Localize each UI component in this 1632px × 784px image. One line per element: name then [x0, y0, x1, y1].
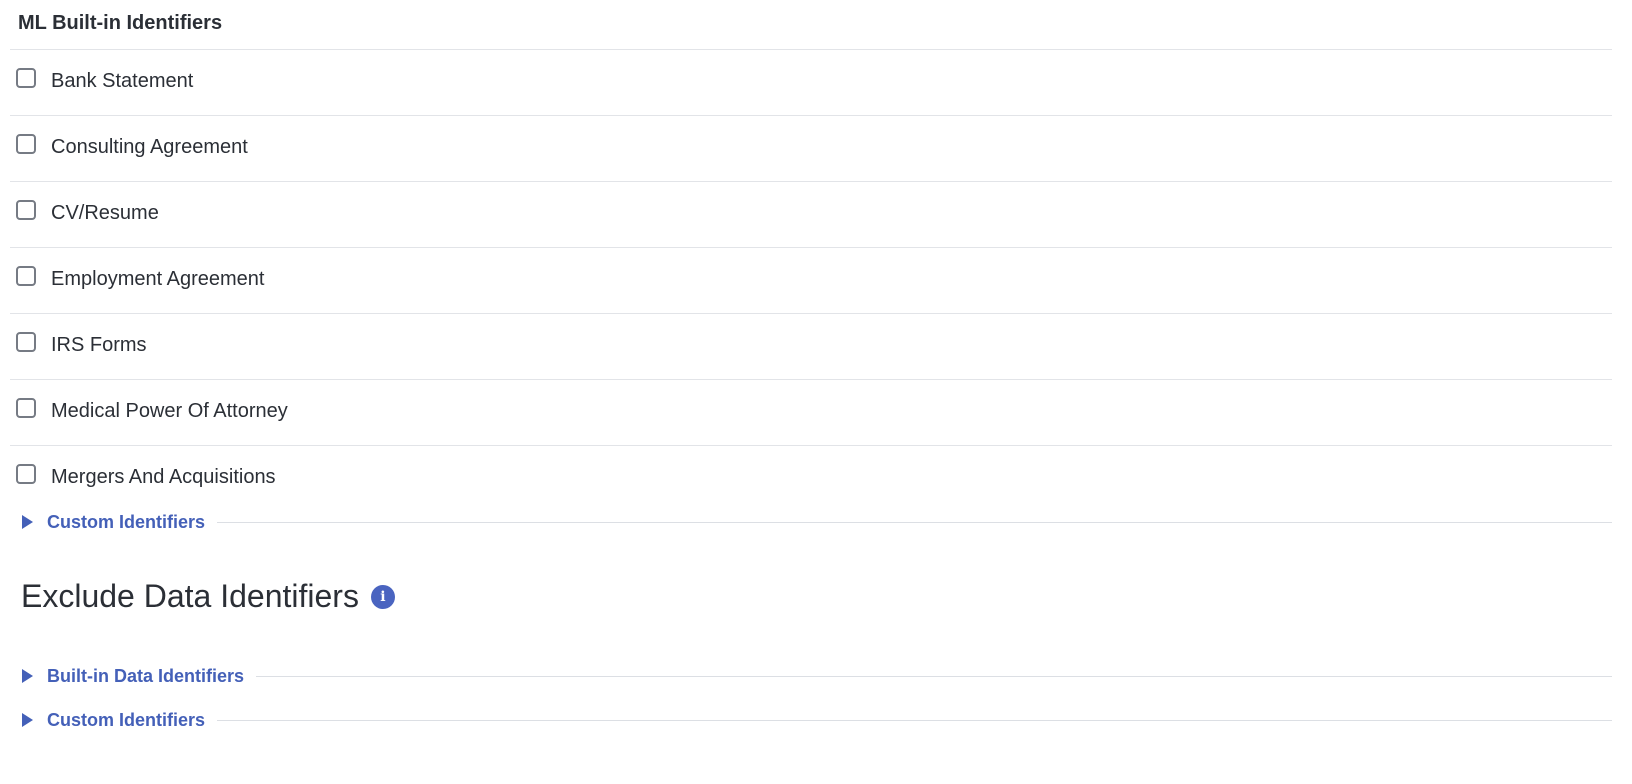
- expander-divider: [256, 675, 1612, 677]
- list-item-mergers-and-acquisitions[interactable]: Mergers And Acquisitions: [10, 446, 1612, 512]
- custom-identifiers-expander[interactable]: Custom Identifiers: [22, 510, 1612, 534]
- exclude-custom-identifiers-expander[interactable]: Custom Identifiers: [22, 708, 1612, 732]
- list-item-label[interactable]: IRS Forms: [51, 334, 147, 357]
- expander-label[interactable]: Custom Identifiers: [47, 710, 205, 731]
- checkbox[interactable]: [16, 332, 36, 352]
- checkbox[interactable]: [16, 464, 36, 484]
- exclude-section-heading: Exclude Data Identifiers i: [21, 578, 395, 615]
- list-item-irs-forms[interactable]: IRS Forms: [10, 314, 1612, 380]
- builtin-data-identifiers-expander[interactable]: Built-in Data Identifiers: [22, 664, 1612, 688]
- caret-right-icon[interactable]: [22, 669, 33, 683]
- checkbox[interactable]: [16, 200, 36, 220]
- checkbox[interactable]: [16, 266, 36, 286]
- list-item-consulting-agreement[interactable]: Consulting Agreement: [10, 116, 1612, 182]
- info-icon[interactable]: i: [370, 584, 395, 609]
- checkbox[interactable]: [16, 134, 36, 154]
- list-item-bank-statement[interactable]: Bank Statement: [10, 50, 1612, 116]
- heading-text: Exclude Data Identifiers: [21, 578, 359, 614]
- list-item-label[interactable]: Consulting Agreement: [51, 136, 248, 159]
- expander-divider: [217, 521, 1612, 523]
- expander-label[interactable]: Built-in Data Identifiers: [47, 666, 244, 687]
- caret-right-icon[interactable]: [22, 713, 33, 727]
- expander-divider: [217, 719, 1612, 721]
- list-item-label[interactable]: CV/Resume: [51, 202, 159, 225]
- caret-right-icon[interactable]: [22, 515, 33, 529]
- list-item-cv-resume[interactable]: CV/Resume: [10, 182, 1612, 248]
- list-item-label[interactable]: Bank Statement: [51, 70, 193, 93]
- list-item-label[interactable]: Mergers And Acquisitions: [51, 466, 276, 489]
- page: ML Built-in Identifiers Bank Statement C…: [0, 0, 1632, 784]
- ml-identifier-list: Bank Statement Consulting Agreement CV/R…: [10, 50, 1612, 512]
- ml-section-title: ML Built-in Identifiers: [18, 12, 223, 34]
- list-item-employment-agreement[interactable]: Employment Agreement: [10, 248, 1612, 314]
- checkbox[interactable]: [16, 68, 36, 88]
- expander-label[interactable]: Custom Identifiers: [47, 512, 205, 533]
- list-item-label[interactable]: Medical Power Of Attorney: [51, 400, 288, 423]
- list-item-label[interactable]: Employment Agreement: [51, 268, 264, 291]
- list-item-medical-power-of-attorney[interactable]: Medical Power Of Attorney: [10, 380, 1612, 446]
- checkbox[interactable]: [16, 398, 36, 418]
